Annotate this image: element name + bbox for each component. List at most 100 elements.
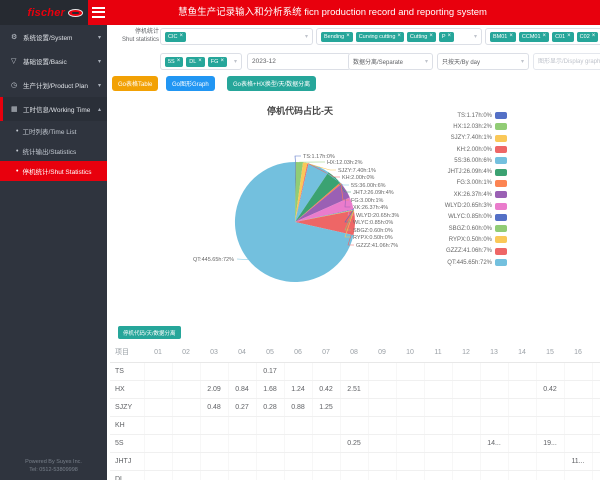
sidebar-item[interactable]: ▦工时信息/Working Time▴	[0, 97, 107, 121]
separate-select[interactable]: 数据分离/Separate ▾	[348, 53, 433, 70]
table-cell	[256, 452, 284, 470]
table-cell	[172, 434, 200, 452]
filter-tag[interactable]: DL×	[186, 57, 205, 67]
legend-item[interactable]: 5S:36.00h:6%	[402, 155, 507, 166]
go-table-hx-button[interactable]: Go表格+HX换型/天/数据分离	[227, 76, 316, 91]
col-header-day: 11	[424, 343, 452, 362]
filter-tag[interactable]: CIC×	[165, 32, 186, 42]
hamburger-menu-icon[interactable]	[92, 7, 105, 19]
remove-tag-icon[interactable]: ×	[509, 34, 513, 39]
legend-item[interactable]: TS:1.17h:0%	[402, 110, 507, 121]
remove-tag-icon[interactable]: ×	[220, 59, 224, 64]
byday-select[interactable]: 只按天/By day ▾	[437, 53, 529, 70]
table-cell	[424, 434, 452, 452]
filter-tag[interactable]: 5S×	[165, 57, 183, 67]
separate-select-value: 数据分离/Separate	[353, 57, 403, 66]
sidebar-menu: ⚙系统设置/System▾▽基础设置/Basic▾◷生产计划/Product P…	[0, 25, 107, 181]
table-cell	[312, 362, 340, 380]
sidebar-subitem[interactable]: •停机统计/Shut Statistics	[0, 161, 107, 181]
remove-tag-icon[interactable]: ×	[397, 34, 401, 39]
remove-tag-icon[interactable]: ×	[346, 34, 350, 39]
sidebar-subitem[interactable]: •统计输出/Statistics	[0, 141, 107, 161]
sidebar-subitem[interactable]: •工时列表/Time List	[0, 121, 107, 141]
col-header-day: 06	[284, 343, 312, 362]
filter-tag[interactable]: P×	[439, 32, 454, 42]
go-graph-button[interactable]: Go图形Graph	[166, 76, 215, 91]
table-cell	[256, 434, 284, 452]
remove-tag-icon[interactable]: ×	[179, 34, 183, 39]
filter-tag[interactable]: Curving cutting×	[356, 32, 404, 42]
remove-tag-icon[interactable]: ×	[543, 34, 547, 39]
table-cell	[508, 416, 536, 434]
pie-label: SBGZ:0.60h:0%	[353, 228, 393, 234]
table-cell: 0.27	[228, 398, 256, 416]
remove-tag-icon[interactable]: ×	[448, 34, 452, 39]
legend-marker-icon	[495, 180, 507, 187]
legend-item[interactable]: GZZZ:41.06h:7%	[402, 246, 507, 257]
machine-select[interactable]: BM01×CCM01×C01×C02×▾	[485, 28, 600, 45]
table-cell	[396, 434, 424, 452]
filter-tag[interactable]: BM01×	[490, 32, 516, 42]
legend-marker-icon	[495, 191, 507, 198]
table-cell	[452, 380, 480, 398]
filter-tag[interactable]: Bending×	[321, 32, 353, 42]
remove-tag-icon[interactable]: ×	[177, 59, 181, 64]
filter-tag[interactable]: CCM01×	[519, 32, 549, 42]
bullet-icon: •	[16, 168, 18, 175]
remove-tag-icon[interactable]: ×	[198, 59, 202, 64]
logo-block: fischer	[0, 0, 88, 25]
remove-tag-icon[interactable]: ×	[567, 34, 571, 39]
legend-item[interactable]: HX:12.03h:2%	[402, 121, 507, 132]
table-cell	[424, 416, 452, 434]
table-cell	[564, 416, 592, 434]
go-table-button[interactable]: Go表格Table	[112, 76, 158, 91]
powered-by-text: Powered By Suyes Inc.	[0, 458, 107, 466]
legend-item[interactable]: WLYC:0.85h:0%	[402, 212, 507, 223]
filter-tag[interactable]: FG×	[208, 57, 227, 67]
month-input[interactable]	[247, 53, 351, 70]
table-cell	[368, 398, 396, 416]
table-cell	[172, 398, 200, 416]
table-cell	[480, 362, 508, 380]
sidebar-item[interactable]: ◷生产计划/Product Plan▾	[0, 73, 107, 97]
legend-item[interactable]: KH:2.00h:0%	[402, 144, 507, 155]
remove-tag-icon[interactable]: ×	[592, 34, 596, 39]
table-cell	[536, 362, 564, 380]
table-cell	[368, 380, 396, 398]
shut-code-select[interactable]: CIC×▾	[160, 28, 313, 45]
legend-marker-icon	[495, 135, 507, 142]
legend-label: TS:1.17h:0%	[457, 113, 492, 119]
legend-item[interactable]: RYPX:0.50h:0%	[402, 234, 507, 245]
legend-label: WLYC:0.85h:0%	[448, 214, 492, 220]
table-cell	[340, 398, 368, 416]
table-cell	[396, 398, 424, 416]
display-graph-input[interactable]	[533, 53, 600, 70]
table-cell	[592, 380, 600, 398]
col-header-item: 项目	[110, 343, 144, 362]
sidebar-item[interactable]: ⚙系统设置/System▾	[0, 25, 107, 49]
table-cell	[480, 380, 508, 398]
table-cell	[368, 470, 396, 480]
col-header-day: 09	[368, 343, 396, 362]
legend-label: GZZZ:41.06h:7%	[446, 248, 492, 254]
table-cell	[508, 470, 536, 480]
remove-tag-icon[interactable]: ×	[429, 34, 433, 39]
sidebar-item[interactable]: ▽基础设置/Basic▾	[0, 49, 107, 73]
filter-tag[interactable]: Cutting×	[407, 32, 436, 42]
pie-label: SJZY:7.40h:1%	[338, 168, 376, 174]
filter-tag[interactable]: C02×	[577, 32, 599, 42]
process-select[interactable]: Bending×Curving cutting×Cutting×P×▾	[316, 28, 482, 45]
legend-item[interactable]: SJZY:7.40h:1%	[402, 133, 507, 144]
legend-item[interactable]: QT:445.65h:72%	[402, 257, 507, 268]
type-select[interactable]: 5S×DL×FG×▾	[160, 53, 242, 70]
table-cell: 0.42	[312, 380, 340, 398]
legend-label: XK:26.37h:4%	[454, 192, 492, 198]
pie-label: JHTJ:26.09h:4%	[353, 190, 394, 196]
legend-item[interactable]: JHTJ:26.09h:4%	[402, 166, 507, 177]
legend-item[interactable]: FG:3.00h:1%	[402, 178, 507, 189]
legend-item[interactable]: XK:26.37h:4%	[402, 189, 507, 200]
sidebar: ⚙系统设置/System▾▽基础设置/Basic▾◷生产计划/Product P…	[0, 25, 107, 480]
legend-item[interactable]: SBGZ:0.60h:0%	[402, 223, 507, 234]
legend-item[interactable]: WLYD:20.65h:3%	[402, 200, 507, 211]
filter-tag[interactable]: C01×	[552, 32, 574, 42]
